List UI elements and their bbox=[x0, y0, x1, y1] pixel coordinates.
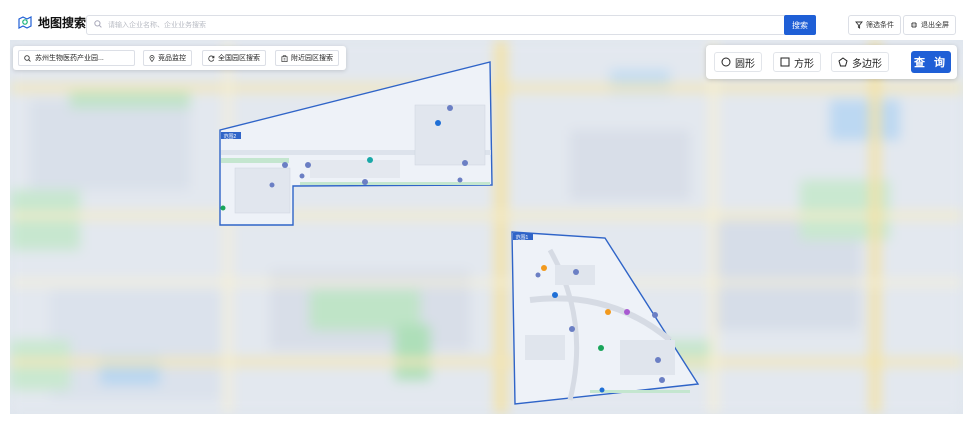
filter-icon bbox=[855, 21, 863, 29]
region-1-polygon[interactable] bbox=[511, 231, 700, 405]
search-icon bbox=[94, 20, 102, 30]
company-search-input[interactable] bbox=[102, 16, 815, 34]
circle-shape-button[interactable]: 圆形 bbox=[714, 52, 762, 72]
map-left-toolbar: 苏州生物医药产业园... 竞品监控 全国园区搜索 附近园区搜索 bbox=[13, 46, 346, 70]
company-search-box[interactable] bbox=[86, 15, 816, 35]
park-select[interactable]: 苏州生物医药产业园... bbox=[18, 50, 135, 66]
nearby-search-label: 附近园区搜索 bbox=[291, 55, 333, 62]
circle-icon bbox=[721, 57, 731, 67]
exit-fullscreen-label: 退出全屏 bbox=[921, 22, 949, 29]
page-title: 地图搜索 bbox=[38, 16, 87, 30]
region-1-label: 范围1 bbox=[516, 234, 529, 241]
national-search-label: 全国园区搜索 bbox=[218, 55, 260, 62]
square-icon bbox=[780, 57, 790, 67]
search-button[interactable]: 搜索 bbox=[784, 15, 816, 35]
monitor-button-label: 竞品监控 bbox=[158, 55, 186, 62]
search-icon bbox=[24, 54, 31, 62]
pentagon-icon bbox=[838, 57, 848, 67]
region-1-overlay[interactable]: 范围1 bbox=[10, 40, 963, 414]
filter-button[interactable]: 筛选条件 bbox=[848, 15, 901, 35]
query-button[interactable]: 查 询 bbox=[911, 51, 951, 73]
park-select-value: 苏州生物医药产业园... bbox=[35, 55, 104, 62]
polygon-shape-label: 多边形 bbox=[852, 58, 882, 70]
circle-shape-label: 圆形 bbox=[735, 58, 755, 70]
square-shape-label: 方形 bbox=[794, 58, 814, 70]
filter-button-label: 筛选条件 bbox=[866, 22, 894, 29]
exit-fullscreen-icon bbox=[911, 22, 917, 28]
building-icon bbox=[281, 54, 288, 62]
exit-fullscreen-button[interactable]: 退出全屏 bbox=[903, 15, 956, 35]
location-pin-icon bbox=[149, 54, 155, 62]
refresh-icon bbox=[208, 55, 215, 62]
map-canvas[interactable]: 范围2 范围1 bbox=[10, 40, 963, 414]
shape-toolbar: 圆形 方形 多边形 查 询 bbox=[706, 45, 957, 79]
polygon-shape-button[interactable]: 多边形 bbox=[831, 52, 889, 72]
monitor-button[interactable]: 竞品监控 bbox=[143, 50, 192, 66]
app-logo: 地图搜索 bbox=[18, 14, 86, 31]
nearby-search-button[interactable]: 附近园区搜索 bbox=[275, 50, 339, 66]
square-shape-button[interactable]: 方形 bbox=[773, 52, 821, 72]
top-bar: 地图搜索 搜索 筛选条件 退出全屏 bbox=[0, 0, 972, 44]
map-search-icon bbox=[18, 16, 32, 29]
national-search-button[interactable]: 全国园区搜索 bbox=[202, 50, 266, 66]
